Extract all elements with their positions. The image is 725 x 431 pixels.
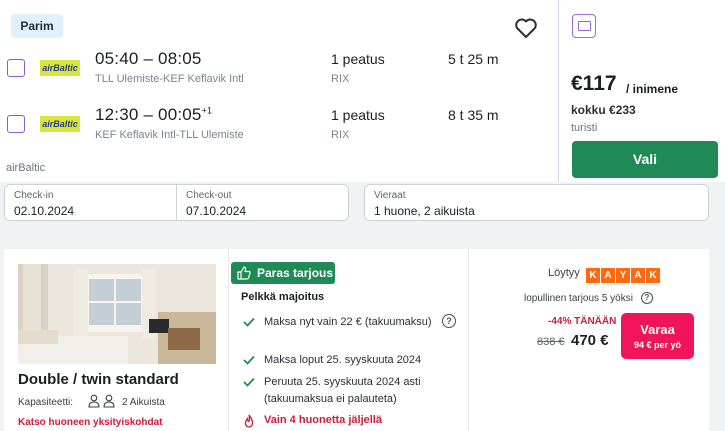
person-icon <box>103 394 115 408</box>
guests-field[interactable]: Vieraat 1 huone, 2 aikuista <box>364 184 709 221</box>
leg-via: RIX <box>331 129 350 141</box>
fare-class: turisti <box>571 122 598 134</box>
booking-panel: Löytyy KAYAK lopullinen tarjous 5 yöksi … <box>469 249 709 431</box>
leg-stops: 1 peatus <box>331 51 385 67</box>
checkin-value: 02.10.2024 <box>14 204 75 218</box>
compare-checkbox[interactable] <box>7 115 25 133</box>
rooms-left-text: Vain 4 huonetta jäljellä <box>264 414 382 426</box>
check-icon <box>243 317 255 327</box>
room-details-link[interactable]: Katso huoneen yksityiskohdat <box>18 417 162 428</box>
thumbs-up-icon <box>237 266 251 280</box>
flame-icon <box>244 414 254 428</box>
leg-time-range: 12:30 – 00:05 <box>95 105 202 124</box>
found-on-label: Löytyy <box>548 267 580 279</box>
condition-text: Peruuta 25. syyskuuta 2024 asti (takuuma… <box>264 376 421 405</box>
room-only-label: Pelkkä majoitus <box>241 291 325 303</box>
leg-route: KEF Keflavik Intl-TLL Ulemiste <box>95 129 244 141</box>
airline-logo: airBaltic <box>40 60 80 76</box>
condition-text: Maksa nyt vain 22 € (takuumaksu) <box>264 316 432 328</box>
checkout-field[interactable]: Check-out 07.10.2024 <box>176 184 349 221</box>
price-per-label: / inimene <box>626 82 679 96</box>
heart-icon[interactable] <box>514 17 538 39</box>
return-leg: airBaltic 12:30 – 00:05+1 KEF Keflavik I… <box>0 105 558 149</box>
discount-label: -44% TÄNÄÄN <box>548 316 617 327</box>
logo-letter: Y <box>616 268 630 283</box>
flight-result-card: Parim airBaltic 05:40 – 08:05 TLL Ulemis… <box>0 0 725 182</box>
leg-duration: 8 t 35 m <box>448 107 499 123</box>
checkout-label: Check-out <box>186 190 232 201</box>
kayak-logo: KAYAK <box>586 265 661 283</box>
offer-conditions: Paras tarjous Pelkkä majoitus Maksa nyt … <box>229 249 469 431</box>
check-icon <box>243 377 255 387</box>
checkin-label: Check-in <box>14 190 54 201</box>
next-day-indicator: +1 <box>201 105 213 116</box>
capacity-value: 2 Aikuista <box>122 397 165 408</box>
logo-letter: A <box>601 268 615 283</box>
old-price: 838 € <box>537 336 565 348</box>
flight-details: Parim airBaltic 05:40 – 08:05 TLL Ulemis… <box>0 0 558 182</box>
airline-logo: airBaltic <box>40 116 80 132</box>
checkin-field[interactable]: Check-in 02.10.2024 <box>4 184 177 221</box>
capacity-label: Kapasiteetti: <box>18 397 74 408</box>
price-total: kokku €233 <box>571 103 636 117</box>
leg-times: 05:40 – 08:05 <box>95 49 202 69</box>
best-badge: Parim <box>11 14 63 38</box>
info-icon[interactable]: ? <box>641 292 653 304</box>
room-summary: Double / twin standard Kapasiteetti: 2 A… <box>4 249 229 431</box>
best-offer-label: Paras tarjous <box>257 266 334 280</box>
fare-details-icon[interactable] <box>572 14 596 38</box>
hotel-offer-card: Double / twin standard Kapasiteetti: 2 A… <box>4 249 709 431</box>
price-panel: €117 / inimene kokku €233 turisti Vali <box>558 0 725 182</box>
room-photo[interactable] <box>18 264 216 364</box>
leg-times: 12:30 – 00:05+1 <box>95 105 212 125</box>
leg-via: RIX <box>331 73 350 85</box>
guests-value: 1 huone, 2 aikuista <box>374 204 475 218</box>
info-icon[interactable]: ? <box>442 314 456 328</box>
person-icon <box>88 394 100 408</box>
room-title: Double / twin standard <box>18 371 179 388</box>
book-button-sublabel: 94 € per yö <box>633 340 682 350</box>
final-offer-label: lopullinen tarjous 5 yöksi <box>524 293 633 304</box>
logo-letter: K <box>646 268 660 283</box>
logo-letter: K <box>586 268 600 283</box>
check-icon <box>243 355 255 365</box>
outbound-leg: airBaltic 05:40 – 08:05 TLL Ulemiste-KEF… <box>0 49 558 93</box>
compare-checkbox[interactable] <box>7 59 25 77</box>
guests-label: Vieraat <box>374 190 406 201</box>
select-button[interactable]: Vali <box>572 141 718 178</box>
book-button-label: Varaa <box>640 322 675 337</box>
leg-route: TLL Ulemiste-KEF Keflavik Intl <box>95 73 244 85</box>
book-button[interactable]: Varaa 94 € per yö <box>621 313 694 359</box>
price-per-person: €117 <box>571 72 617 95</box>
condition-text: Maksa loput 25. syyskuuta 2024 <box>264 354 422 366</box>
best-offer-tag: Paras tarjous <box>231 262 335 284</box>
leg-duration: 5 t 25 m <box>448 51 499 67</box>
new-price: 470 € <box>571 332 609 349</box>
logo-letter: A <box>631 268 645 283</box>
airline-name: airBaltic <box>6 162 46 174</box>
checkout-value: 07.10.2024 <box>186 204 247 218</box>
leg-stops: 1 peatus <box>331 107 385 123</box>
leg-time-range: 05:40 – 08:05 <box>95 49 202 68</box>
